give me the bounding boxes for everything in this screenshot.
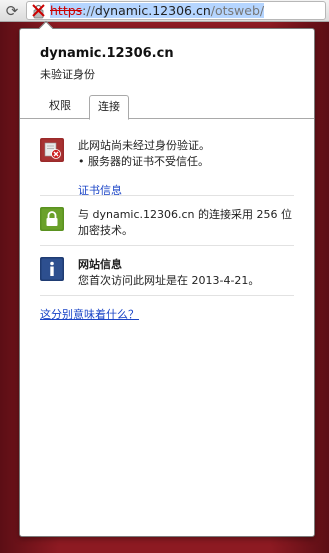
site-info-section: 网站信息 您首次访问此网址是在 2013-4-21。	[40, 257, 294, 293]
what-does-this-mean-link[interactable]: 这分别意味着什么？	[40, 306, 139, 322]
divider	[40, 245, 294, 246]
site-info-heading: 网站信息	[78, 258, 122, 271]
identity-line: 此网站尚未经过身份验证。	[78, 139, 210, 152]
reload-icon[interactable]: ⟳	[2, 1, 22, 21]
tab-bar: 权限 连接	[20, 93, 314, 120]
tab-connection[interactable]: 连接	[89, 95, 129, 120]
connection-section: 与 dynamic.12306.cn 的连接采用 256 位加密技术。	[40, 207, 294, 243]
identity-section: 此网站尚未经过身份验证。 • 服务器的证书不受信任。 证书信息	[40, 138, 294, 198]
identity-bullet: • 服务器的证书不受信任。	[78, 155, 209, 168]
url-separator: ://	[82, 3, 95, 18]
insecure-lock-icon[interactable]	[31, 3, 47, 19]
site-info-detail: 您首次访问此网址是在 2013-4-21。	[78, 274, 260, 287]
info-icon	[40, 257, 64, 281]
site-title: dynamic.12306.cn	[40, 46, 174, 61]
address-bar[interactable]: https://dynamic.12306.cn/otsweb/	[26, 1, 326, 20]
divider	[40, 295, 294, 296]
connection-text: 与 dynamic.12306.cn 的连接采用 256 位加密技术。	[78, 208, 293, 237]
url-host: dynamic.12306.cn	[94, 3, 211, 18]
tab-permissions[interactable]: 权限	[40, 95, 80, 119]
divider	[40, 195, 294, 196]
site-identity-status: 未验证身份	[40, 68, 95, 81]
site-info-text: 网站信息 您首次访问此网址是在 2013-4-21。	[78, 257, 294, 289]
popup-arrow	[38, 20, 54, 36]
url-text: https://dynamic.12306.cn/otsweb/	[50, 3, 265, 18]
site-info-popup: dynamic.12306.cn 未验证身份 权限 连接 此网站尚未经过身份验证…	[19, 20, 315, 537]
url-scheme: https	[50, 3, 83, 18]
identity-text: 此网站尚未经过身份验证。 • 服务器的证书不受信任。	[78, 138, 294, 170]
identity-error-icon	[40, 138, 64, 162]
lock-icon	[40, 207, 64, 231]
browser-toolbar: ⟳ https://dynamic.12306.cn/otsweb/	[0, 0, 329, 22]
url-path: /otsweb/	[210, 3, 265, 18]
